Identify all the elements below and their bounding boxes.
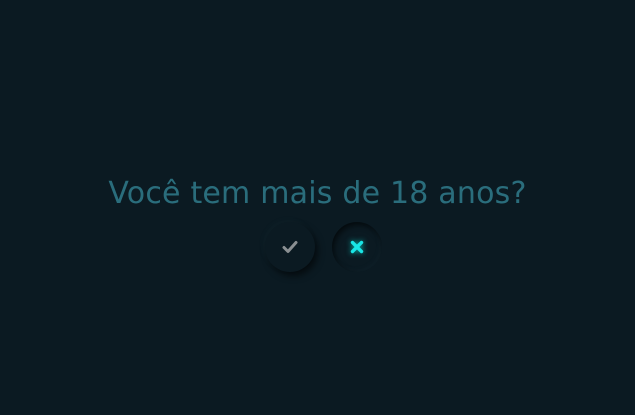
answer-buttons	[0, 220, 635, 276]
no-button[interactable]	[332, 222, 382, 272]
yes-button[interactable]	[265, 222, 315, 272]
x-icon	[350, 240, 364, 254]
age-question: Você tem mais de 18 anos?	[108, 176, 527, 211]
check-icon	[282, 241, 298, 253]
age-gate-screen: Você tem mais de 18 anos?	[0, 0, 635, 415]
